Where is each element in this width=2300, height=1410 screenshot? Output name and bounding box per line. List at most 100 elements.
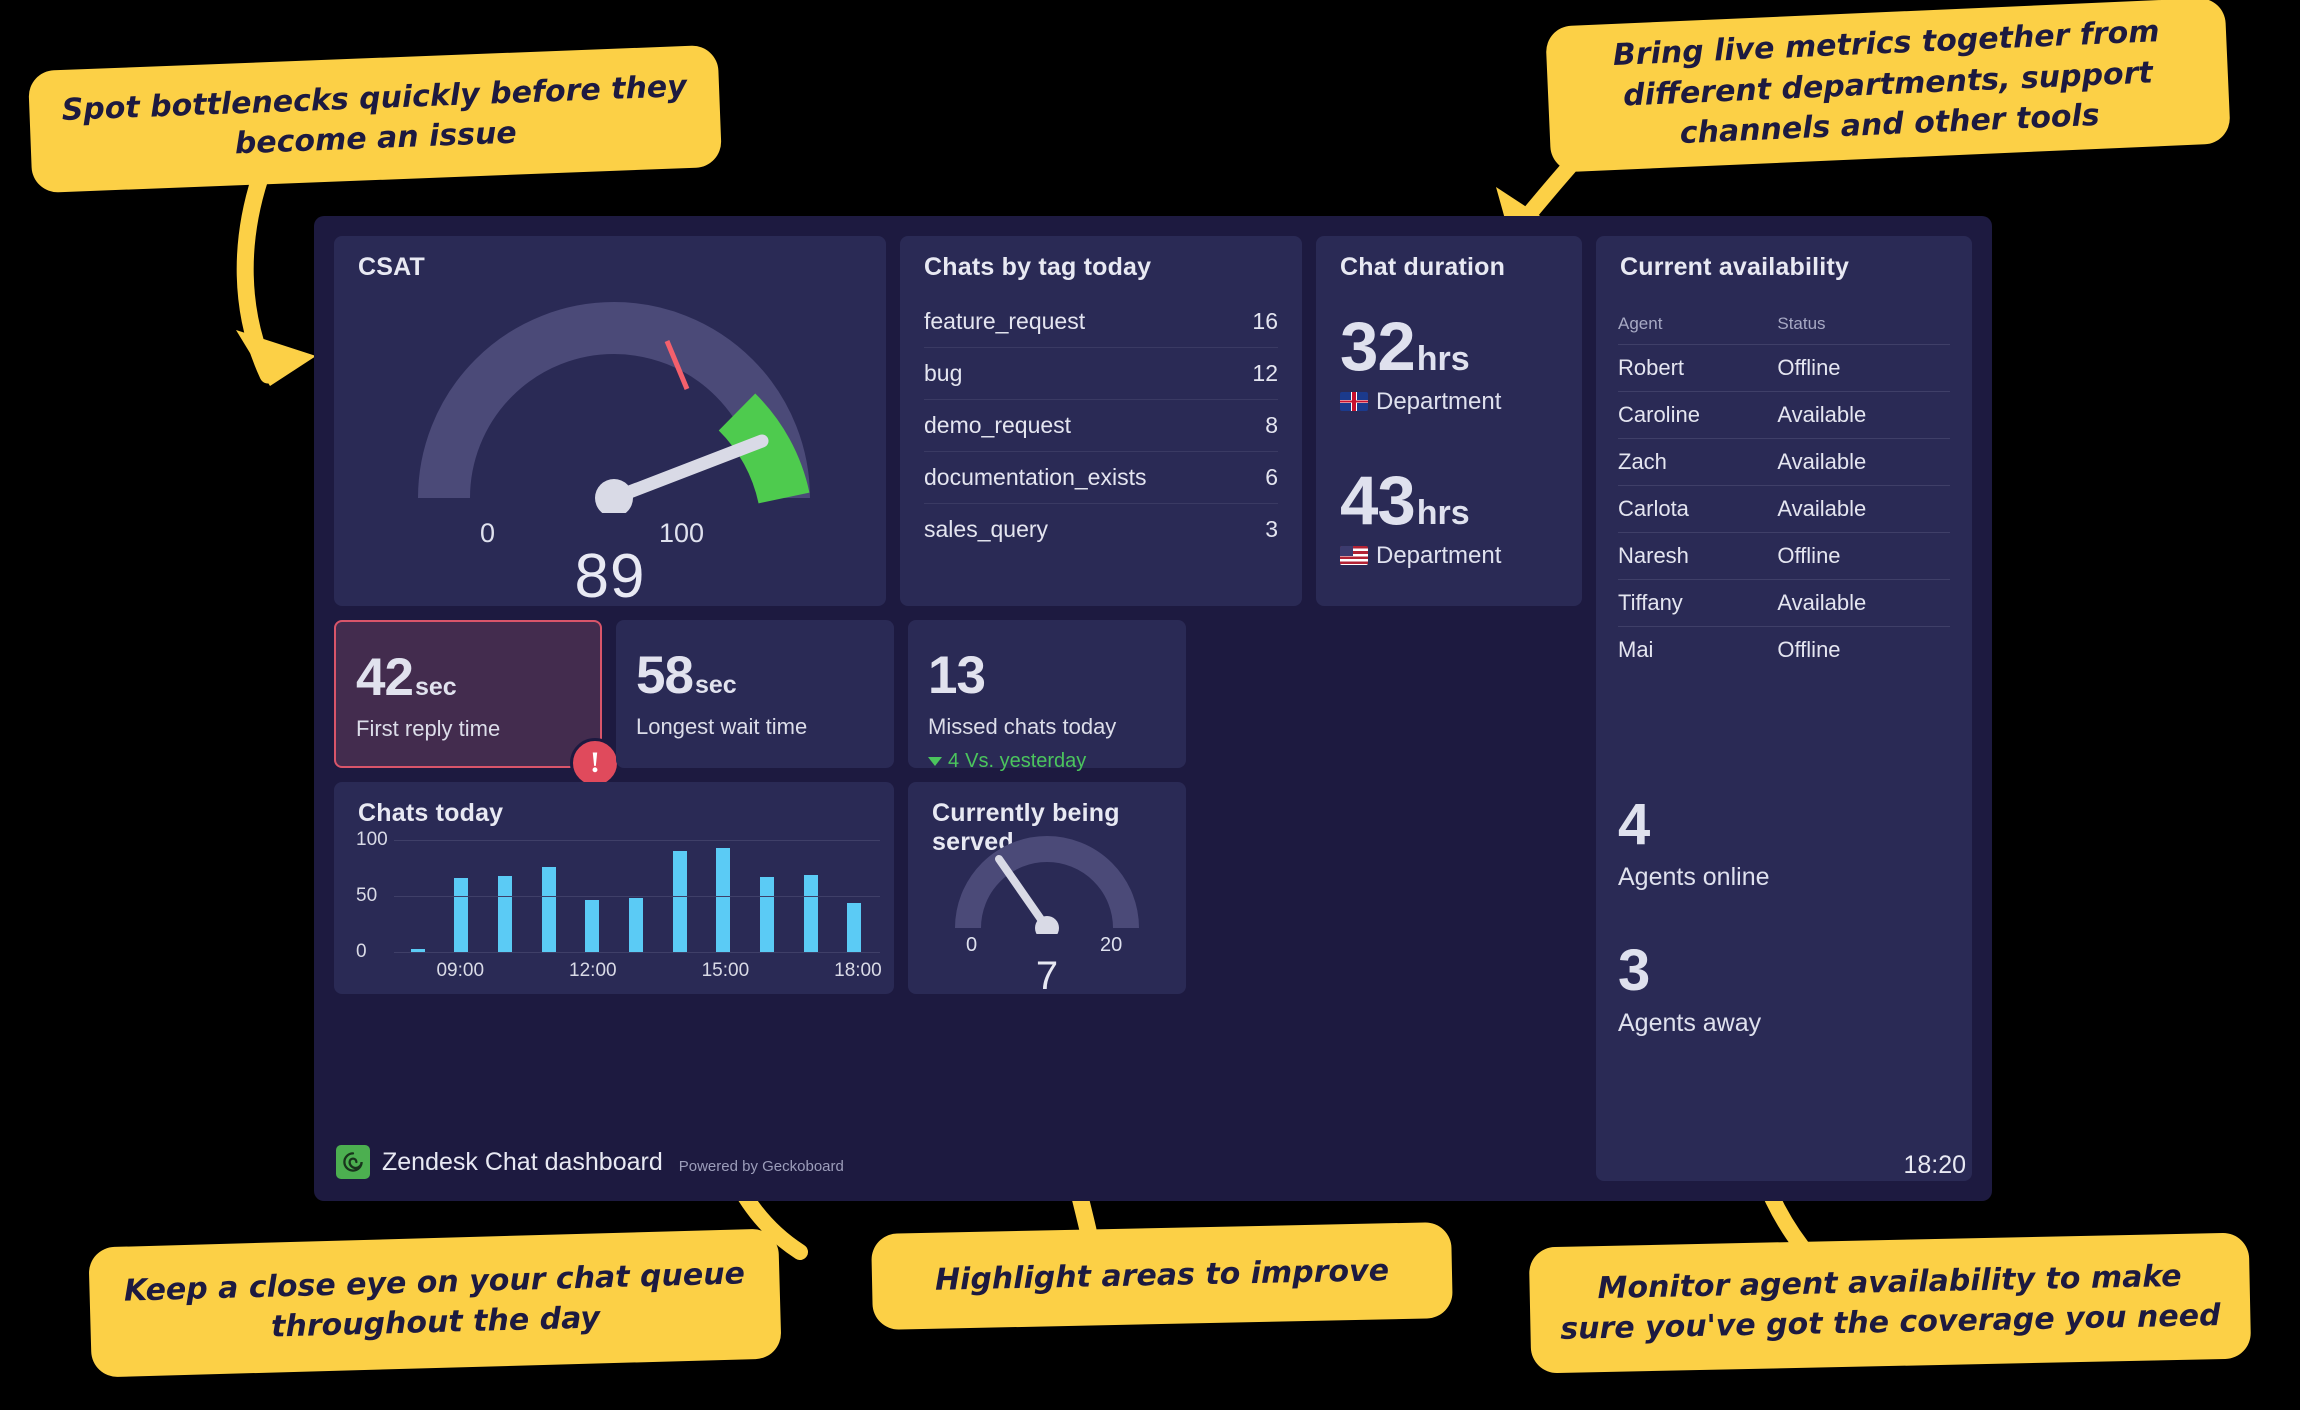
tag-list: feature_request 16 bug 12 demo_request 8… [924,296,1278,555]
list-item: documentation_exists 6 [924,452,1278,504]
widget-title: Chat duration [1340,253,1506,281]
list-item: demo_request 8 [924,400,1278,452]
kpi-unit: sec [694,671,737,699]
chart-bar [847,902,862,952]
chart-x-tick: 18:00 [834,960,882,981]
column-header-status: Status [1777,314,1826,333]
tag-count: 8 [1265,412,1278,438]
widget-first-reply-time[interactable]: 42sec First reply time ! [334,620,620,788]
metric-unit: hrs [1416,494,1470,532]
chart-y-tick: 50 [356,885,378,906]
gb-flag-icon [1340,392,1368,412]
agent-name: Caroline [1618,402,1700,427]
agent-status: Available [1777,496,1867,521]
us-flag-icon [1340,546,1368,566]
kpi-label: Missed chats today [928,713,1117,739]
chart-bar [585,900,600,952]
agent-name: Zach [1618,449,1667,474]
agents-away-label: Agents away [1618,1009,1762,1037]
bar-chart: 0 50 100 [356,829,880,962]
agent-name: Robert [1618,355,1685,380]
footer-title: Zendesk Chat dashboard [382,1147,663,1176]
chart-bar [498,875,513,952]
alert-icon: ! [570,738,620,788]
chart-gridline [394,896,880,897]
metric-value: 43 [1340,462,1416,539]
chart-gridline [394,952,880,953]
callout-text: Highlight areas to improve [934,1252,1390,1298]
callout-text: Keep a close eye on your chat queue thro… [123,1255,746,1345]
chart-x-tick: 12:00 [569,960,617,981]
agent-name: Mai [1618,637,1654,662]
metric-value: 32 [1340,308,1416,385]
widget-longest-wait-time[interactable]: 58sec Longest wait time [616,620,894,768]
tag-name: demo_request [924,412,1072,438]
agent-status: Offline [1777,637,1841,662]
chart-bar [629,898,643,952]
widget-title: Current availability [1620,253,1850,281]
list-item: feature_request 16 [924,296,1278,348]
widget-title: Chats by tag today [924,253,1152,281]
callout-bubble-spot-bottlenecks: Spot bottlenecks quickly before they bec… [27,44,723,194]
callout-bubble-chat-queue: Keep a close eye on your chat queue thro… [88,1228,782,1378]
chat-duration-metric-us: 43hrs Department [1340,462,1501,570]
kpi-label: Longest wait time [636,714,808,739]
delta-suffix: Vs. yesterday [965,749,1087,772]
footer-clock: 18:20 [1903,1151,1966,1179]
agents-away-stat: 3 Agents away [1618,942,1770,1038]
chat-duration-metric-gb: 32hrs Department [1340,308,1502,416]
agent-name: Tiffany [1618,590,1683,615]
widget-title: Chats today [358,799,504,827]
widget-current-availability[interactable]: Current availability Agent Status Robert… [1596,236,1972,1181]
kpi-value: 13 [928,646,986,705]
delta-value: 4 [948,749,960,772]
metric-label: Department [1376,387,1502,415]
agent-status: Offline [1777,543,1841,568]
tag-name: bug [924,360,963,386]
table-row: Carlota Available [1618,486,1950,533]
footer-brand: Zendesk Chat dashboard Powered by Geckob… [336,1145,844,1179]
agents-online-stat: 4 Agents online [1618,796,1770,892]
table-row: Robert Offline [1618,345,1950,392]
alert-glyph: ! [590,746,600,779]
widget-chat-duration[interactable]: Chat duration 32hrs Department 43hrs Dep… [1316,236,1582,606]
csat-value: 89 [574,542,646,611]
widget-chats-today[interactable]: Chats today 0 50 100 09:00 12:00 15:00 18:00 [334,782,894,994]
table-row: Tiffany Available [1618,580,1950,627]
agent-name: Carlota [1618,496,1689,521]
served-gauge-icon [955,836,1139,934]
kpi-block: 13 Missed chats today 4 Vs. yesterday [928,646,1117,773]
tag-count: 12 [1252,360,1278,386]
widget-chats-by-tag[interactable]: Chats by tag today feature_request 16 bu… [900,236,1302,606]
widget-title: CSAT [358,253,425,281]
table-row: Zach Available [1618,439,1950,486]
widget-missed-chats[interactable]: 13 Missed chats today 4 Vs. yesterday [908,620,1186,772]
widget-currently-being-served[interactable]: Currently being served 0 20 7 [908,782,1186,998]
callout-bubble-monitor-availability: Monitor agent availability to make sure … [1528,1232,2252,1374]
agent-status: Available [1777,402,1867,427]
callout-bubble-highlight-areas: Highlight areas to improve [871,1221,1453,1331]
table-row: Naresh Offline [1618,533,1950,580]
tag-count: 6 [1265,464,1278,490]
chart-bar [672,851,687,952]
table-row: Caroline Available [1618,392,1950,439]
callout-text: Monitor agent availability to make sure … [1559,1258,2221,1347]
chart-y-tick: 0 [356,941,367,962]
table-row: Mai Offline [1618,627,1950,673]
callout-bubble-live-metrics: Bring live metrics together from differe… [1545,0,2231,173]
arrow-down-icon [928,756,942,766]
chart-bar [454,878,469,952]
list-item: sales_query 3 [924,504,1278,555]
footer-powered-by: Powered by Geckoboard [678,1158,844,1175]
chart-x-tick: 15:00 [701,960,750,981]
agent-status: Available [1777,590,1867,615]
list-item: bug 12 [924,348,1278,400]
chart-x-axis: 09:00 12:00 15:00 18:00 [394,956,882,981]
kpi-delta: 4 Vs. yesterday [928,750,1116,773]
agents-online-label: Agents online [1618,863,1770,891]
widget-csat[interactable]: CSAT 0 100 89 [334,236,886,611]
tag-name: sales_query [924,516,1049,542]
agent-status: Offline [1777,355,1841,380]
dashboard-panel: CSAT 0 100 89 Chats by tag today feature… [314,216,1992,1201]
served-value: 7 [1035,954,1059,998]
